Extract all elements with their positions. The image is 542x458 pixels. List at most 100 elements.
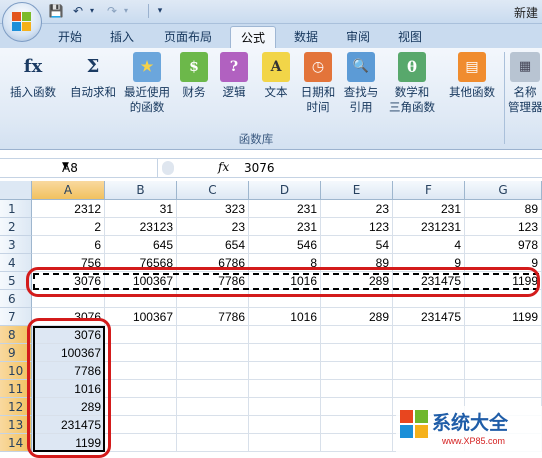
column-header-d[interactable]: D: [249, 181, 321, 200]
autosum-button[interactable]: Σ 自动求和: [66, 52, 120, 100]
cell-b7[interactable]: 100367: [105, 308, 177, 326]
customize-quick-access-icon[interactable]: ▾: [152, 3, 168, 19]
tab-page-layout[interactable]: 页面布局: [154, 26, 222, 48]
cell-e12[interactable]: [321, 398, 393, 416]
row-header-2[interactable]: 2: [0, 218, 32, 236]
cell-c10[interactable]: [177, 362, 249, 380]
cell-b10[interactable]: [105, 362, 177, 380]
insert-function-fx-icon[interactable]: fx: [218, 160, 229, 174]
select-all-corner[interactable]: [0, 181, 32, 200]
cell-e1[interactable]: 23: [321, 200, 393, 218]
cell-c7[interactable]: 7786: [177, 308, 249, 326]
cell-c14[interactable]: [177, 434, 249, 452]
column-header-a[interactable]: A: [32, 181, 105, 200]
cell-f10[interactable]: [393, 362, 465, 380]
undo-dropdown-icon[interactable]: ▾: [84, 3, 100, 19]
math-trig-button[interactable]: θ 数学和 三角函数: [384, 52, 440, 115]
row-header-3[interactable]: 3: [0, 236, 32, 254]
text-button[interactable]: A 文本: [258, 52, 294, 100]
cell-g7[interactable]: 1199: [465, 308, 542, 326]
cell-d14[interactable]: [249, 434, 321, 452]
formula-input[interactable]: 3076: [244, 161, 275, 175]
row-header-1[interactable]: 1: [0, 200, 32, 218]
cell-f8[interactable]: [393, 326, 465, 344]
tab-home[interactable]: 开始: [48, 26, 92, 48]
cell-f9[interactable]: [393, 344, 465, 362]
cell-c8[interactable]: [177, 326, 249, 344]
lookup-reference-button[interactable]: 🔍 查找与 引用: [340, 52, 382, 115]
formula-bar-splitter[interactable]: [162, 161, 174, 175]
column-header-f[interactable]: F: [393, 181, 465, 200]
recently-used-button[interactable]: ★ 最近使用 的函数: [120, 52, 174, 115]
cell-b12[interactable]: [105, 398, 177, 416]
cell-d10[interactable]: [249, 362, 321, 380]
column-header-g[interactable]: G: [465, 181, 542, 200]
cell-c9[interactable]: [177, 344, 249, 362]
cell-b13[interactable]: [105, 416, 177, 434]
logical-button[interactable]: ? 逻辑: [216, 52, 252, 100]
financial-button[interactable]: $ 财务: [176, 52, 212, 100]
cell-b11[interactable]: [105, 380, 177, 398]
cell-d2[interactable]: 231: [249, 218, 321, 236]
cell-f7[interactable]: 231475: [393, 308, 465, 326]
column-header-b[interactable]: B: [105, 181, 177, 200]
row-header-6[interactable]: 6: [0, 290, 32, 308]
cell-a3[interactable]: 6: [32, 236, 105, 254]
cell-e2[interactable]: 123: [321, 218, 393, 236]
cell-d8[interactable]: [249, 326, 321, 344]
cell-a1[interactable]: 2312: [32, 200, 105, 218]
date-time-button[interactable]: ◷ 日期和 时间: [298, 52, 338, 115]
cell-e11[interactable]: [321, 380, 393, 398]
cell-f1[interactable]: 231: [393, 200, 465, 218]
cell-e14[interactable]: [321, 434, 393, 452]
cell-c1[interactable]: 323: [177, 200, 249, 218]
cell-g3[interactable]: 978: [465, 236, 542, 254]
cell-g8[interactable]: [465, 326, 542, 344]
cell-d7[interactable]: 1016: [249, 308, 321, 326]
cell-c13[interactable]: [177, 416, 249, 434]
cell-d1[interactable]: 231: [249, 200, 321, 218]
row-header-7[interactable]: 7: [0, 308, 32, 326]
cell-e7[interactable]: 289: [321, 308, 393, 326]
name-box[interactable]: A8 ▼: [0, 159, 158, 178]
cell-g2[interactable]: 123: [465, 218, 542, 236]
cell-e10[interactable]: [321, 362, 393, 380]
cell-g10[interactable]: [465, 362, 542, 380]
cell-e3[interactable]: 54: [321, 236, 393, 254]
cell-c11[interactable]: [177, 380, 249, 398]
tab-data[interactable]: 数据: [284, 26, 328, 48]
office-button[interactable]: [2, 2, 42, 42]
cell-g9[interactable]: [465, 344, 542, 362]
cell-b1[interactable]: 31: [105, 200, 177, 218]
cell-c2[interactable]: 23: [177, 218, 249, 236]
cell-d12[interactable]: [249, 398, 321, 416]
cell-d9[interactable]: [249, 344, 321, 362]
tab-insert[interactable]: 插入: [100, 26, 144, 48]
tab-view[interactable]: 视图: [388, 26, 432, 48]
cell-e8[interactable]: [321, 326, 393, 344]
column-header-c[interactable]: C: [177, 181, 249, 200]
redo-dropdown-icon[interactable]: ▾: [118, 3, 134, 19]
cell-g1[interactable]: 89: [465, 200, 542, 218]
tab-review[interactable]: 审阅: [336, 26, 380, 48]
cell-b14[interactable]: [105, 434, 177, 452]
cell-d13[interactable]: [249, 416, 321, 434]
cell-g11[interactable]: [465, 380, 542, 398]
cell-e9[interactable]: [321, 344, 393, 362]
name-manager-button[interactable]: ▦ 名称 管理器: [508, 52, 542, 115]
cell-f3[interactable]: 4: [393, 236, 465, 254]
column-header-e[interactable]: E: [321, 181, 393, 200]
save-icon[interactable]: 💾: [48, 3, 64, 19]
cell-e13[interactable]: [321, 416, 393, 434]
cell-a2[interactable]: 2: [32, 218, 105, 236]
insert-function-button[interactable]: fx 插入函数: [4, 52, 62, 100]
more-functions-button[interactable]: ▤ 其他函数: [444, 52, 500, 100]
cell-f11[interactable]: [393, 380, 465, 398]
name-box-dropdown-icon[interactable]: ▼: [62, 161, 69, 171]
cell-b9[interactable]: [105, 344, 177, 362]
cell-b2[interactable]: 23123: [105, 218, 177, 236]
tab-formulas[interactable]: 公式: [230, 26, 277, 48]
cell-c12[interactable]: [177, 398, 249, 416]
cell-b3[interactable]: 645: [105, 236, 177, 254]
cell-f2[interactable]: 231231: [393, 218, 465, 236]
